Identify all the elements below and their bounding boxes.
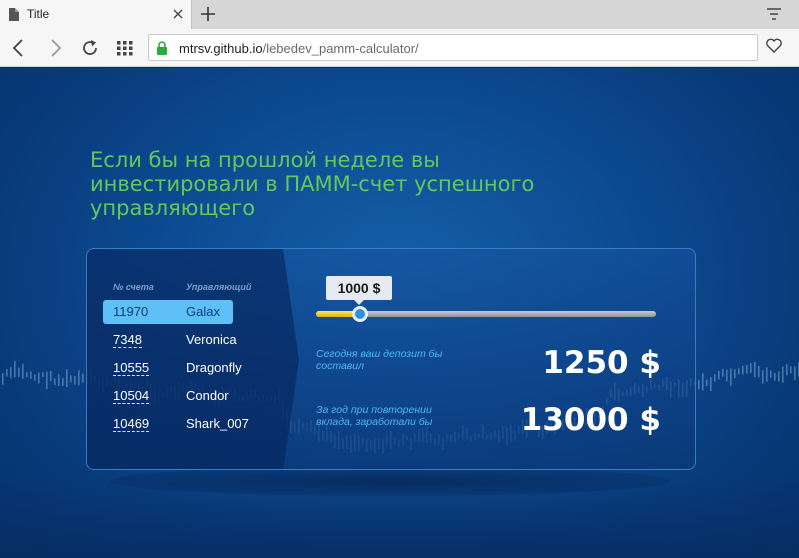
background-candle xyxy=(34,374,36,381)
heart-icon[interactable] xyxy=(765,37,783,55)
year-value: 13000 $ xyxy=(520,402,661,438)
background-candle xyxy=(710,377,712,392)
background-candle xyxy=(50,370,52,382)
manager-row[interactable]: 7348 Veronica xyxy=(103,328,237,352)
background-candle xyxy=(74,376,76,385)
background-candle xyxy=(762,370,764,384)
panel-arrow xyxy=(283,249,299,469)
background-candle xyxy=(62,377,64,386)
manager-row[interactable]: 10469 Shark_007 xyxy=(103,412,249,436)
manager-row[interactable]: 10555 Dragonfly xyxy=(103,356,242,380)
browser-tab[interactable]: Title xyxy=(0,0,192,29)
account-number[interactable]: 10469 xyxy=(113,416,150,432)
background-candle xyxy=(714,374,716,382)
apps-grid-icon[interactable] xyxy=(114,37,136,59)
page-content: Если бы на прошлой неделе вы инвестирова… xyxy=(0,68,799,558)
background-candle xyxy=(82,373,84,383)
background-candle xyxy=(38,372,40,384)
background-candle xyxy=(734,369,736,379)
background-candle xyxy=(22,363,24,379)
page-headline: Если бы на прошлой неделе вы инвестирова… xyxy=(90,148,535,220)
calculator-card: № счета Управляющий 11970 Galax 7348 Veroni… xyxy=(86,248,696,470)
tab-bar: Title xyxy=(0,0,799,29)
manager-name: Veronica xyxy=(186,332,237,347)
background-candle xyxy=(30,371,32,379)
background-candle xyxy=(746,364,748,374)
address-bar[interactable]: mtrsv.github.io/lebedev_pamm-calculator/ xyxy=(148,34,758,61)
manager-name: Dragonfly xyxy=(186,360,242,375)
card-shadow xyxy=(110,466,670,496)
background-candle xyxy=(6,369,8,377)
year-caption: За год при повторении вклада, заработали… xyxy=(316,404,433,428)
background-candle xyxy=(18,367,20,378)
background-candle xyxy=(738,368,740,375)
reload-icon[interactable] xyxy=(79,37,101,59)
background-candle xyxy=(770,370,772,378)
manager-list-panel: № счета Управляющий 11970 Galax 7348 Veroni… xyxy=(87,249,283,469)
document-icon xyxy=(9,8,19,21)
background-candle xyxy=(758,365,760,378)
account-number[interactable]: 10555 xyxy=(113,360,150,376)
background-candle xyxy=(70,375,72,383)
background-candle xyxy=(774,372,776,381)
manager-name: Condor xyxy=(186,388,229,403)
close-icon[interactable] xyxy=(172,8,184,20)
url-path: /lebedev_pamm-calculator/ xyxy=(262,41,419,56)
manager-column-header: Управляющий xyxy=(186,282,252,292)
background-candle xyxy=(730,368,732,386)
background-candle xyxy=(702,373,704,391)
background-candle xyxy=(698,380,700,390)
background-candle xyxy=(782,366,784,383)
background-candle xyxy=(786,364,788,376)
manager-name: Shark_007 xyxy=(186,416,249,431)
account-number[interactable]: 7348 xyxy=(113,332,142,348)
background-candle xyxy=(742,365,744,375)
url-text: mtrsv.github.io/lebedev_pamm-calculator/ xyxy=(179,41,419,56)
lock-icon xyxy=(157,41,167,55)
background-candle xyxy=(766,367,768,382)
background-candle xyxy=(794,366,796,381)
background-candle xyxy=(54,378,56,386)
account-number[interactable]: 11970 xyxy=(113,304,148,319)
background-candle xyxy=(706,379,708,386)
manager-row[interactable]: 11970 Galax xyxy=(103,300,233,324)
manager-row[interactable]: 10504 Condor xyxy=(103,384,233,408)
background-candle xyxy=(726,369,728,382)
deposit-value: 1250 $ xyxy=(542,345,661,381)
background-candle xyxy=(790,366,792,374)
background-candle xyxy=(718,370,720,380)
background-candle xyxy=(2,372,4,385)
manager-name: Galax xyxy=(186,304,220,319)
background-candle xyxy=(58,374,60,387)
background-candle xyxy=(26,372,28,378)
account-number[interactable]: 10504 xyxy=(113,388,150,404)
navigation-bar: mtrsv.github.io/lebedev_pamm-calculator/ xyxy=(0,29,799,67)
background-candle xyxy=(78,370,80,386)
background-candle xyxy=(66,369,68,387)
background-candle xyxy=(46,371,48,390)
deposit-slider-handle[interactable] xyxy=(352,306,368,322)
tab-list-icon[interactable] xyxy=(766,7,782,21)
background-candle xyxy=(754,361,756,378)
amount-tooltip: 1000 $ xyxy=(326,276,392,305)
forward-icon[interactable] xyxy=(44,37,66,59)
url-host: mtrsv.github.io xyxy=(179,41,263,56)
new-tab-icon[interactable] xyxy=(200,6,216,22)
deposit-caption: Сегодня ваш депозит бы составил xyxy=(316,348,443,372)
background-candle xyxy=(722,368,724,377)
background-candle xyxy=(778,371,780,382)
account-column-header: № счета xyxy=(113,282,154,292)
background-candle xyxy=(10,367,12,379)
background-candle xyxy=(42,372,44,378)
tab-title: Title xyxy=(27,7,50,21)
back-icon[interactable] xyxy=(8,37,30,59)
background-candle xyxy=(14,360,16,378)
background-candle xyxy=(750,363,752,374)
